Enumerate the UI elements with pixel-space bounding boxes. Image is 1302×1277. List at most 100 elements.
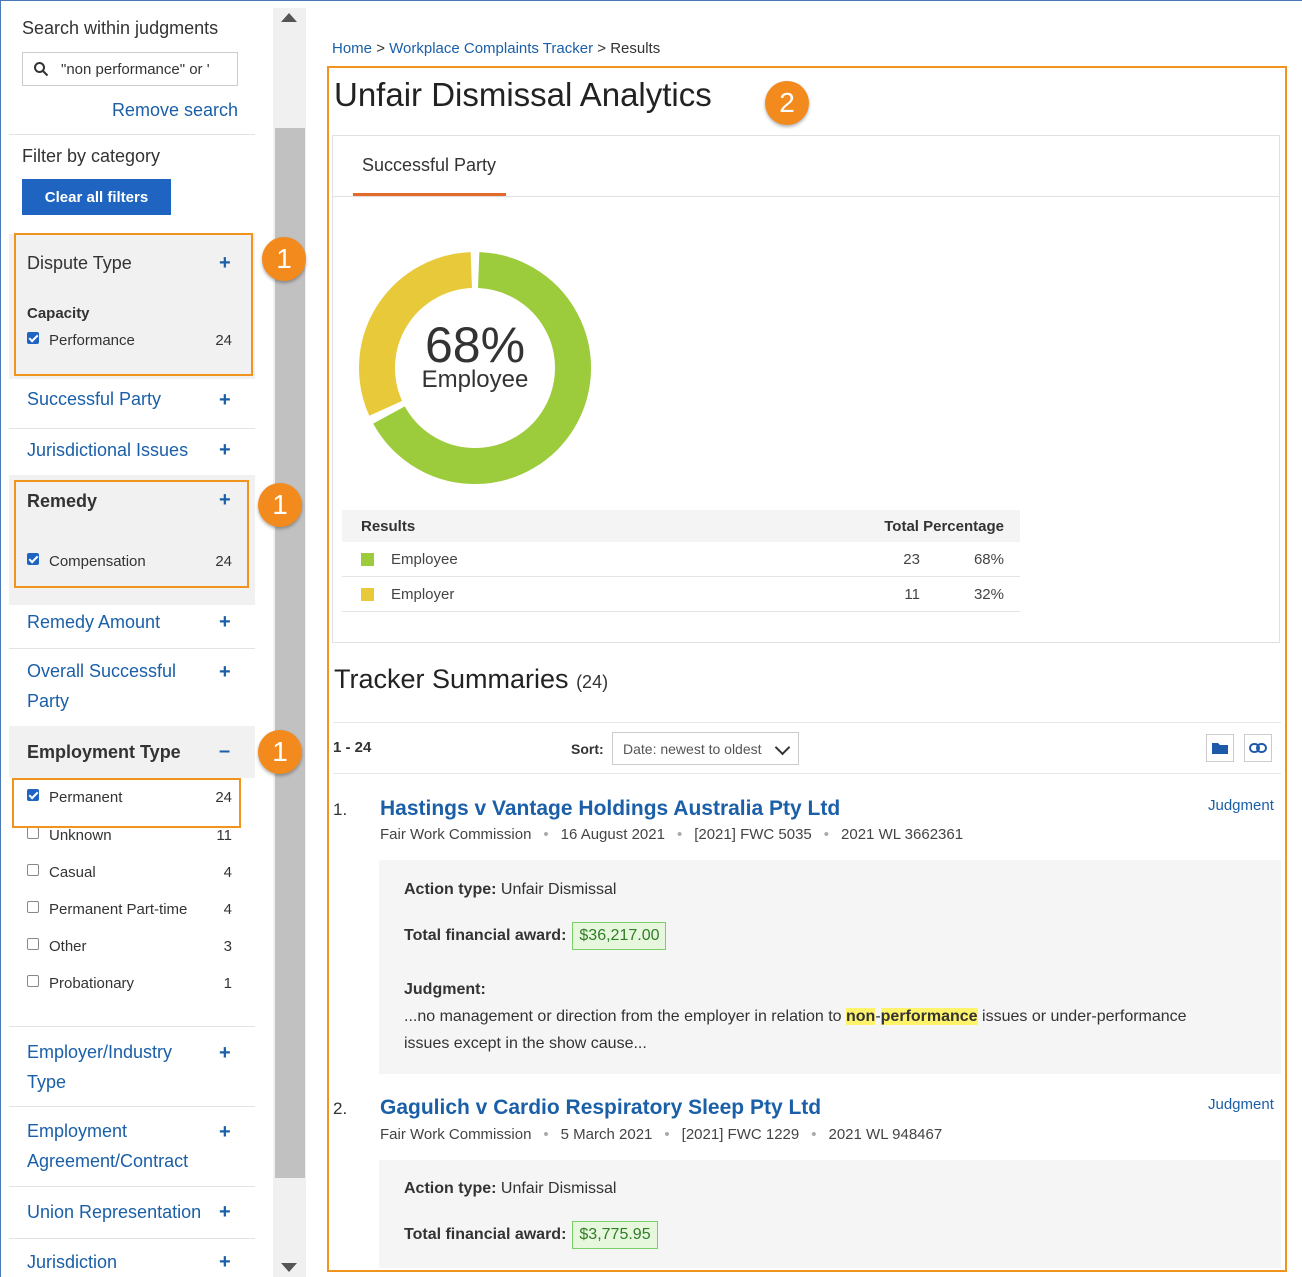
filter-option-employment-type[interactable]: Permanent Part-time 4 — [27, 900, 232, 918]
action-type-line: Action type: Unfair Dismissal — [404, 1180, 617, 1197]
breadcrumb-home[interactable]: Home — [332, 40, 372, 57]
donut-label: Employee — [421, 366, 529, 393]
col-total-percentage: Total Percentage — [884, 517, 1004, 535]
highlight-box-permanent — [12, 778, 241, 828]
breadcrumb-current: Results — [610, 40, 661, 57]
expand-plus-icon[interactable]: + — [219, 611, 231, 634]
result-title-link[interactable]: Gagulich v Cardio Respiratory Sleep Pty … — [380, 1096, 821, 1120]
breadcrumb: Home > Workplace Complaints Tracker > Re… — [332, 40, 661, 57]
category-overall-successful-party[interactable]: Overall Successful Party — [27, 656, 176, 716]
judgment-excerpt: ...no management or direction from the e… — [404, 1008, 1187, 1025]
sort-label: Sort: — [571, 741, 604, 757]
chevron-down-icon — [774, 739, 791, 756]
expand-plus-icon[interactable]: + — [219, 1201, 231, 1224]
category-remedy-amount[interactable]: Remedy Amount — [27, 612, 160, 633]
category-union-representation[interactable]: Union Representation — [27, 1202, 201, 1223]
search-icon — [34, 62, 49, 77]
result-number: 1. — [333, 800, 348, 819]
judgment-link[interactable]: Judgment — [1208, 797, 1274, 814]
filter-option-employment-type[interactable]: Unknown 11 — [27, 826, 232, 844]
divider — [9, 134, 255, 135]
category-employment-type-header: Employment Type – — [9, 726, 255, 778]
clear-all-filters-button[interactable]: Clear all filters — [22, 179, 171, 215]
filter-option-employment-type[interactable]: Other 3 — [27, 937, 232, 955]
scroll-up-arrow-icon[interactable] — [281, 13, 297, 22]
filter-sidebar: Search within judgments "non performance… — [9, 8, 255, 1277]
link-icon — [1249, 743, 1267, 753]
results-toolbar: 1 - 24 Sort: Date: newest to oldest — [333, 722, 1281, 774]
judgment-label: Judgment: — [404, 981, 486, 998]
breadcrumb-tracker[interactable]: Workplace Complaints Tracker — [389, 40, 593, 57]
col-results: Results — [361, 517, 416, 535]
scroll-thumb[interactable] — [275, 128, 305, 1178]
tracker-summaries-title: Tracker Summaries (24) — [334, 664, 609, 694]
result-number: 2. — [333, 1099, 348, 1118]
results-table-header: Results Total Percentage — [342, 510, 1020, 542]
award-badge: $36,217.00 — [572, 922, 667, 950]
collapse-minus-icon[interactable]: – — [219, 740, 230, 763]
legend-swatch — [361, 552, 374, 566]
checkbox-unchecked[interactable] — [27, 974, 39, 987]
divider — [9, 1106, 255, 1107]
result-meta: Fair Work Commission • 16 August 2021 • [202… — [380, 826, 964, 843]
divider — [9, 1186, 255, 1187]
expand-plus-icon[interactable]: + — [219, 661, 231, 684]
result-summary: Action type: Unfair Dismissal Total fina… — [379, 860, 1281, 1074]
results-table-row: Employer 11 32% — [342, 577, 1020, 612]
result-meta: Fair Work Commission • 5 March 2021 • [2021]… — [380, 1126, 943, 1143]
divider — [9, 1238, 255, 1239]
donut-center-label: 68% Employee — [365, 320, 585, 394]
category-jurisdictional-issues[interactable]: Jurisdictional Issues — [27, 440, 188, 461]
divider — [9, 428, 255, 429]
divider — [9, 1026, 255, 1027]
expand-plus-icon[interactable]: + — [219, 1042, 231, 1065]
sidebar-scrollbar[interactable] — [273, 8, 306, 1277]
results-table: Results Total Percentage Employee 23 68% Em… — [342, 510, 1020, 612]
expand-plus-icon[interactable]: + — [219, 1121, 231, 1144]
checkbox-unchecked[interactable] — [27, 863, 39, 876]
expand-plus-icon[interactable]: + — [219, 389, 231, 412]
folder-icon — [1212, 743, 1228, 754]
results-table-row: Employee 23 68% — [342, 542, 1020, 577]
checkbox-unchecked[interactable] — [27, 937, 39, 950]
filter-option-employment-type[interactable]: Casual 4 — [27, 863, 232, 881]
tab-divider — [333, 196, 1280, 197]
sort-dropdown[interactable]: Date: newest to oldest — [612, 732, 799, 765]
award-line: Total financial award: $3,775.95 — [404, 1221, 658, 1249]
search-input[interactable]: "non performance" or ' — [22, 52, 238, 86]
search-value: "non performance" or ' — [61, 60, 210, 78]
scroll-down-arrow-icon[interactable] — [281, 1263, 297, 1272]
filter-title: Filter by category — [22, 146, 161, 166]
checkbox-unchecked[interactable] — [27, 826, 39, 839]
remove-search-link[interactable]: Remove search — [112, 100, 238, 121]
result-range: 1 - 24 — [333, 739, 372, 756]
divider — [9, 648, 255, 649]
copy-link-button[interactable] — [1244, 734, 1272, 762]
folder-button[interactable] — [1206, 734, 1234, 762]
donut-percentage: 68% — [424, 317, 526, 373]
callout-badge: 1 — [258, 483, 302, 527]
filter-option-employment-type[interactable]: Probationary 1 — [27, 974, 232, 992]
callout-badge: 1 — [258, 730, 302, 774]
category-jurisdiction[interactable]: Jurisdiction — [27, 1252, 117, 1273]
results-rows: Employee 23 68% Employer 11 32% — [342, 542, 1020, 612]
result-title-link[interactable]: Hastings v Vantage Holdings Australia Pt… — [380, 797, 840, 821]
action-type-line: Action type: Unfair Dismissal — [404, 881, 617, 898]
result-summary: Action type: Unfair Dismissal Total fina… — [379, 1160, 1281, 1268]
expand-plus-icon[interactable]: + — [219, 1251, 231, 1274]
expand-plus-icon[interactable]: + — [219, 439, 231, 462]
highlight-box-remedy — [14, 480, 249, 588]
award-line: Total financial award: $36,217.00 — [404, 922, 667, 950]
category-successful-party[interactable]: Successful Party — [27, 389, 161, 410]
category-employment-agreement[interactable]: Employment Agreement/Contract — [27, 1116, 188, 1176]
judgment-excerpt-line2: issues except in the show cause... — [404, 1035, 647, 1052]
judgment-link[interactable]: Judgment — [1208, 1096, 1274, 1113]
category-employer-industry-type[interactable]: Employer/Industry Type — [27, 1037, 172, 1097]
award-badge: $3,775.95 — [572, 1221, 658, 1249]
highlight-box-dispute-type — [14, 233, 253, 376]
search-title: Search within judgments — [22, 18, 219, 38]
tab-successful-party[interactable]: Successful Party — [362, 155, 496, 176]
category-label[interactable]: Employment Type — [27, 742, 181, 763]
tracker-count: (24) — [576, 672, 609, 692]
checkbox-unchecked[interactable] — [27, 900, 39, 913]
